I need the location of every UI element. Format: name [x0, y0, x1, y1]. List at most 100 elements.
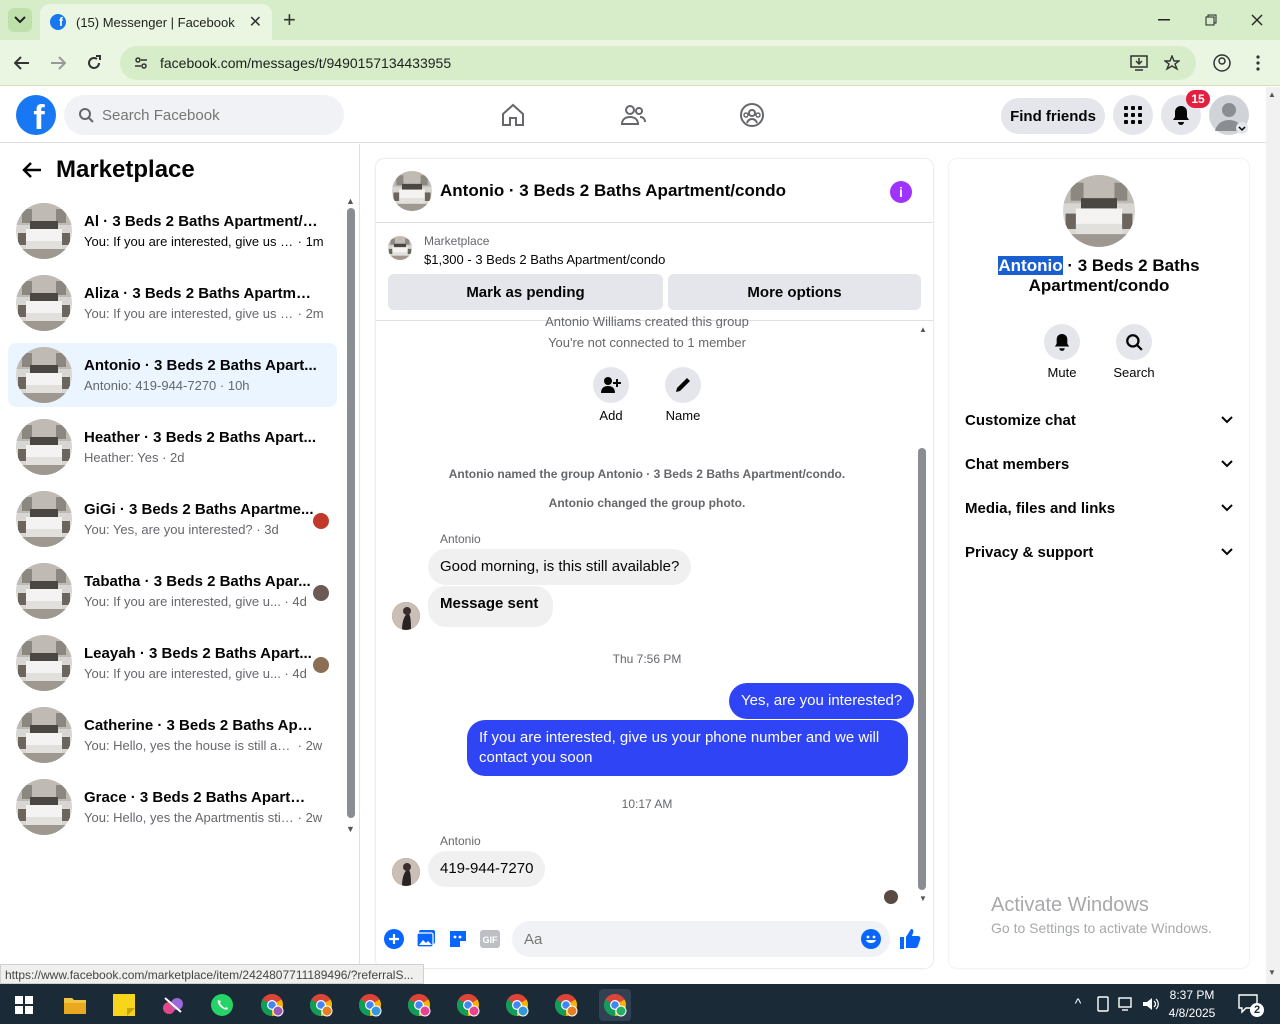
conversation-item[interactable]: Aliza · 3 Beds 2 Baths Apartmen... You: I… [8, 271, 337, 335]
outgoing-message[interactable]: Yes, are you interested? [729, 683, 915, 719]
details-section-1[interactable]: Chat members [965, 442, 1233, 486]
add-person-icon[interactable] [593, 367, 629, 403]
conversation-item[interactable]: Heather · 3 Beds 2 Baths Apart... Heather… [8, 415, 337, 479]
scroll-down-icon[interactable]: ▼ [346, 824, 355, 834]
chrome-profile-icon[interactable] [550, 989, 582, 1021]
mark-as-pending-button[interactable]: Mark as pending [388, 274, 663, 310]
back-arrow-icon[interactable] [11, 52, 33, 74]
chrome-profile-icon[interactable] [403, 989, 435, 1021]
gif-icon[interactable]: GIF [479, 928, 501, 950]
forward-arrow-icon[interactable] [47, 52, 69, 74]
page-scrollbar[interactable] [1266, 87, 1280, 984]
mute-bell-icon[interactable] [1044, 324, 1080, 360]
volume-icon[interactable] [1142, 996, 1160, 1012]
scroll-up-icon[interactable]: ▲ [1268, 90, 1276, 99]
incoming-message[interactable]: Message sent [428, 586, 554, 627]
search-icon[interactable] [1116, 324, 1152, 360]
chat-scrollbar[interactable] [918, 448, 926, 890]
conversation-item[interactable]: Antonio · 3 Beds 2 Baths Apart... Antonio… [8, 343, 337, 407]
conversation-item[interactable]: Tabatha · 3 Beds 2 Baths Apar... You: If … [8, 559, 337, 623]
incoming-message[interactable]: Good morning, is this still available? [428, 549, 692, 585]
friends-icon[interactable] [618, 100, 648, 130]
find-friends-button[interactable]: Find friends [1001, 98, 1105, 134]
details-section-0[interactable]: Customize chat [965, 398, 1233, 442]
chrome-profile-icon[interactable] [256, 989, 288, 1021]
bookmark-star-icon[interactable] [1161, 52, 1183, 74]
chrome-profile-icon[interactable] [452, 989, 484, 1021]
scroll-down-icon[interactable]: ▼ [1268, 968, 1276, 977]
scroll-up-icon[interactable]: ▲ [919, 325, 927, 334]
scroll-down-icon[interactable]: ▼ [919, 894, 927, 903]
details-section-3[interactable]: Privacy & support [965, 530, 1233, 574]
home-icon[interactable] [498, 100, 528, 130]
install-app-icon[interactable] [1128, 52, 1150, 74]
more-options-button[interactable]: More options [668, 274, 921, 310]
restore-icon[interactable] [1199, 10, 1223, 30]
emoji-icon[interactable] [860, 928, 882, 950]
network-icon[interactable] [1118, 996, 1136, 1012]
chrome-profile-icon[interactable] [305, 989, 337, 1021]
group-photo-avatar[interactable] [392, 170, 432, 211]
edit-name-pencil-icon[interactable] [665, 367, 701, 403]
show-hidden-icons-chevron[interactable]: ^ [1068, 995, 1088, 1011]
conversation-list-scrollbar[interactable] [347, 208, 355, 818]
groups-icon[interactable] [737, 100, 767, 130]
sender-avatar[interactable] [392, 858, 420, 886]
facebook-search[interactable] [64, 95, 344, 135]
reload-icon[interactable] [83, 52, 105, 74]
menu-grid-icon[interactable] [1113, 95, 1153, 135]
account-avatar[interactable] [1209, 95, 1249, 135]
attach-photo-icon[interactable] [415, 928, 437, 950]
browser-menu-icon[interactable] [1247, 52, 1269, 74]
system-clock[interactable]: 8:37 PM 4/8/2025 [1160, 986, 1224, 1022]
listing-thumbnail[interactable] [388, 236, 412, 260]
site-settings-icon[interactable] [134, 56, 148, 70]
conversation-time: 1m [305, 234, 324, 249]
listing-title[interactable]: $1,300 - 3 Beds 2 Baths Apartment/condo [424, 252, 665, 267]
url-bar[interactable]: facebook.com/messages/t/9490157134433955 [120, 46, 1196, 80]
conversation-item[interactable]: Grace · 3 Beds 2 Baths Apartme... You: He… [8, 775, 337, 839]
tab-close-icon[interactable]: ✕ [249, 12, 262, 32]
windows-start-icon[interactable] [8, 989, 40, 1021]
search-input[interactable] [102, 106, 322, 124]
scroll-up-icon[interactable]: ▲ [346, 196, 355, 206]
browser-tab[interactable]: f (15) Messenger | Facebook ✕ [40, 4, 272, 40]
chat-title[interactable]: Antonio · 3 Beds 2 Baths Apartment/condo [440, 181, 786, 201]
whatsapp-icon[interactable] [206, 989, 238, 1021]
incoming-message[interactable]: 419-944-7270 [428, 851, 546, 887]
conversation-text: Antonio · 3 Beds 2 Baths Apart... Antonio… [84, 357, 318, 393]
sticky-notes-icon[interactable] [108, 989, 140, 1021]
conversation-avatar [16, 707, 72, 763]
message-text-field[interactable] [524, 930, 844, 948]
timestamp: Thu 7:56 PM [612, 652, 682, 666]
snipping-tool-icon[interactable] [157, 989, 189, 1021]
conversation-item[interactable]: Al · 3 Beds 2 Baths Apartment/c... You: I… [8, 199, 337, 263]
file-explorer-icon[interactable] [59, 989, 91, 1021]
conversation-avatar [16, 779, 72, 835]
facebook-logo-icon[interactable]: f [16, 95, 56, 135]
minimize-icon[interactable] [1152, 10, 1176, 30]
message-input[interactable] [512, 921, 890, 957]
sender-avatar[interactable] [392, 602, 420, 630]
name-label: Name [665, 408, 701, 423]
outgoing-message[interactable]: If you are interested, give us your phon… [467, 720, 908, 776]
chrome-profile-icon[interactable] [501, 989, 533, 1021]
more-actions-plus-icon[interactable] [383, 928, 405, 950]
like-thumbs-up-icon[interactable] [899, 928, 921, 950]
conversation-item[interactable]: Leayah · 3 Beds 2 Baths Apart... You: If … [8, 631, 337, 695]
details-section-2[interactable]: Media, files and links [965, 486, 1233, 530]
conversation-item[interactable]: Catherine · 3 Beds 2 Baths Apart... You: … [8, 703, 337, 767]
device-icon[interactable] [1096, 996, 1110, 1012]
new-tab-icon[interactable]: + [283, 9, 296, 31]
tab-search-dropdown[interactable] [8, 8, 32, 32]
profile-icon[interactable] [1211, 52, 1233, 74]
info-icon[interactable]: i [890, 181, 912, 203]
sticker-icon[interactable] [447, 928, 469, 950]
chrome-profile-icon[interactable] [354, 989, 386, 1021]
conversation-item[interactable]: GiGi · 3 Beds 2 Baths Apartme... You: Yes… [8, 487, 337, 551]
conversation-name: Antonio · 3 Beds 2 Baths Apart... [84, 357, 317, 374]
back-arrow-icon[interactable] [22, 161, 44, 183]
group-photo-large[interactable] [1063, 175, 1135, 247]
chrome-profile-icon[interactable] [599, 989, 631, 1021]
window-close-icon[interactable] [1245, 10, 1269, 30]
